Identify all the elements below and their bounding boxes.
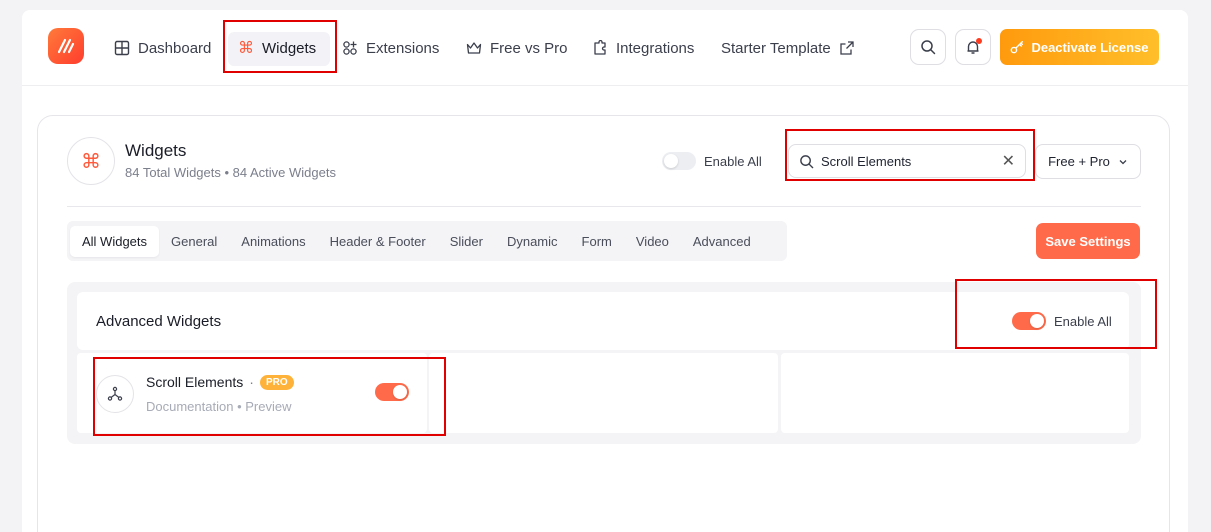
nav-item-label: Widgets (262, 39, 317, 57)
deactivate-license-label: Deactivate License (1031, 39, 1149, 55)
nav-item-extensions[interactable]: Extensions (342, 32, 439, 64)
tab-video[interactable]: Video (624, 226, 681, 257)
nav-item-label: Free vs Pro (490, 39, 568, 57)
tab-header-footer[interactable]: Header & Footer (318, 226, 438, 257)
widget-item-empty (781, 353, 1129, 433)
nav-item-widgets[interactable]: ⌘ Widgets (238, 32, 316, 64)
plan-filter-select[interactable]: Free + Pro (1035, 144, 1141, 179)
enable-all-advanced: Enable All (1012, 312, 1112, 330)
nav-item-integrations[interactable]: Integrations (592, 32, 694, 64)
nav-item-dashboard[interactable]: Dashboard (114, 32, 211, 64)
widget-name-row: Scroll Elements · PRO (146, 374, 294, 390)
search-icon (800, 154, 814, 168)
pro-badge: PRO (259, 374, 294, 390)
enable-all-advanced-label: Enable All (1054, 313, 1112, 329)
extensions-icon (343, 41, 357, 55)
tab-slider[interactable]: Slider (438, 226, 495, 257)
enable-all-global-label: Enable All (704, 153, 762, 169)
command-icon: ⌘ (238, 40, 254, 57)
toggle-knob (1030, 314, 1044, 328)
category-tabs: All Widgets General Animations Header & … (67, 221, 787, 261)
chevron-down-icon (1119, 159, 1127, 164)
clear-search-icon[interactable]: ✕ (1002, 151, 1015, 171)
advanced-widgets-header: Advanced Widgets Enable All (77, 292, 1129, 350)
crown-icon (466, 42, 482, 54)
enable-all-global-toggle[interactable] (662, 152, 696, 170)
save-settings-button[interactable]: Save Settings (1036, 223, 1140, 259)
search-icon (921, 40, 936, 55)
grid-icon (114, 40, 130, 56)
tab-all-widgets[interactable]: All Widgets (70, 225, 160, 257)
preview-link[interactable]: Preview (245, 399, 291, 414)
brand-logo[interactable] (48, 28, 84, 64)
enable-all-global: Enable All (662, 152, 762, 170)
widget-count-summary: 84 Total Widgets • 84 Active Widgets (125, 165, 336, 180)
nav-item-label: Dashboard (138, 39, 212, 57)
widget-name: Scroll Elements (146, 374, 244, 390)
brand-mark-icon (57, 38, 75, 54)
documentation-link[interactable]: Documentation (146, 399, 233, 414)
enable-all-advanced-toggle[interactable] (1012, 312, 1046, 330)
puzzle-icon (594, 40, 606, 55)
nav-item-free-vs-pro[interactable]: Free vs Pro (466, 32, 568, 64)
scroll-elements-icon (96, 375, 134, 413)
name-separator: · (249, 374, 254, 390)
command-icon: ⌘ (67, 137, 115, 185)
scroll-elements-toggle[interactable] (375, 383, 409, 401)
nav-item-label: Integrations (616, 39, 695, 57)
plan-filter-value: Free + Pro (1048, 154, 1110, 169)
header-divider (67, 206, 1141, 207)
toggle-knob (393, 385, 407, 399)
widget-search-input[interactable] (821, 153, 991, 169)
external-link-icon (840, 41, 854, 55)
advanced-widgets-section: Advanced Widgets Enable All Scroll Eleme… (67, 282, 1141, 444)
tab-dynamic[interactable]: Dynamic (495, 226, 570, 257)
tab-advanced[interactable]: Advanced (681, 226, 763, 257)
widgets-card: ⌘ Widgets 84 Total Widgets • 84 Active W… (37, 115, 1170, 532)
deactivate-license-button[interactable]: Deactivate License (1000, 29, 1159, 65)
widget-item-scroll-elements: Scroll Elements · PRO Documentation • Pr… (77, 353, 427, 433)
app-window: Dashboard ⌘ Widgets Extensions Free vs P… (22, 10, 1188, 532)
widget-search: ✕ (788, 144, 1026, 178)
page-title: Widgets (125, 141, 187, 160)
nav-item-label: Extensions (366, 39, 440, 57)
tab-form[interactable]: Form (570, 226, 624, 257)
search-button[interactable] (910, 29, 946, 65)
nav-item-label: Starter Template (721, 39, 831, 57)
notification-dot (976, 38, 982, 44)
notifications-button[interactable] (955, 29, 991, 65)
nav-item-starter-template[interactable]: Starter Template (721, 32, 855, 64)
link-separator: • (237, 399, 242, 414)
top-nav: Dashboard ⌘ Widgets Extensions Free vs P… (22, 10, 1188, 86)
key-icon (1011, 41, 1024, 54)
toggle-knob (664, 154, 678, 168)
widget-links: Documentation • Preview (146, 399, 292, 414)
section-title: Advanced Widgets (96, 313, 222, 330)
tab-animations[interactable]: Animations (229, 226, 317, 257)
tab-general[interactable]: General (159, 226, 229, 257)
widget-item-empty (429, 353, 778, 433)
